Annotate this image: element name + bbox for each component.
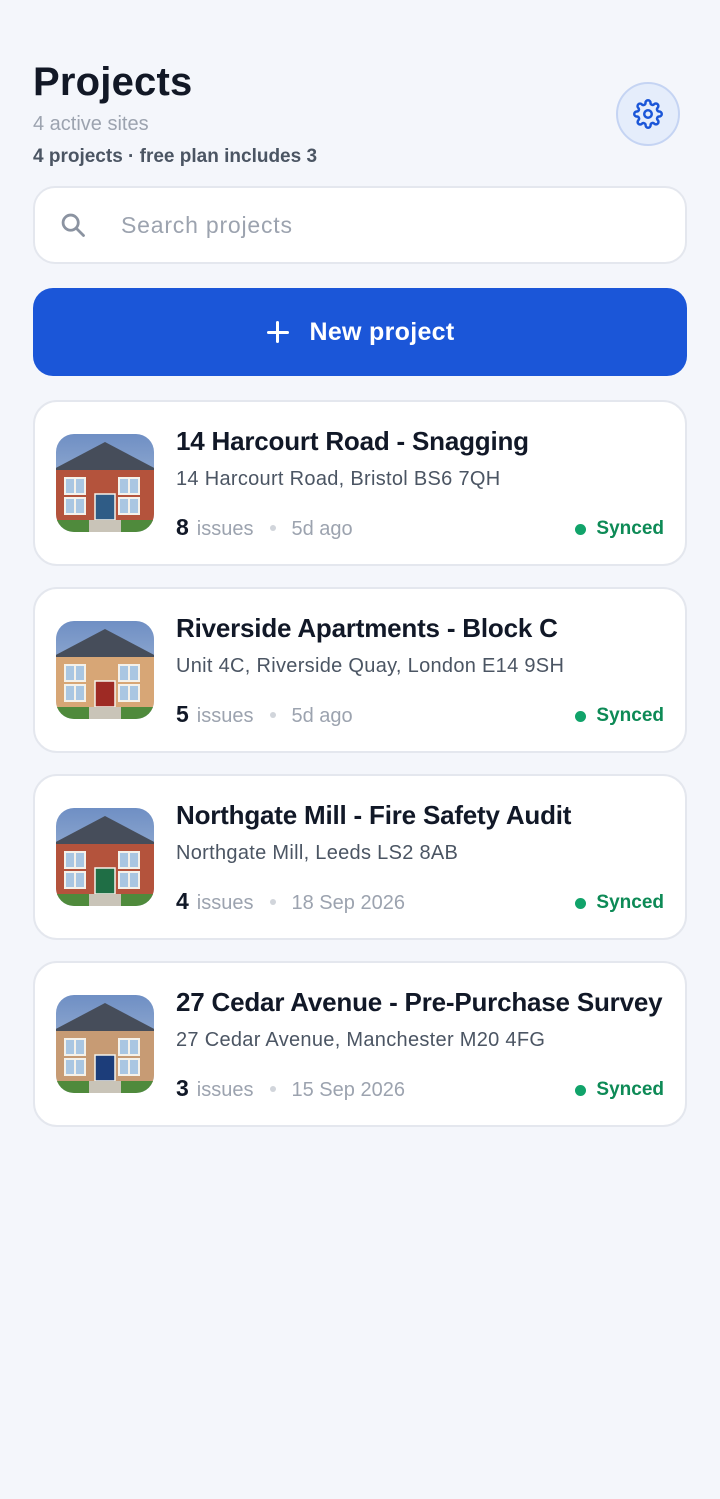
- issue-count: 5: [176, 701, 189, 727]
- updated-time: 15 Sep 2026: [291, 1079, 405, 1101]
- new-project-label: New project: [309, 317, 455, 346]
- separator-dot: [269, 524, 276, 531]
- project-meta: 3 issues 15 Sep 2026: [176, 1075, 405, 1102]
- page-title: Projects: [33, 60, 193, 104]
- project-title: 14 Harcourt Road - Snagging: [176, 426, 529, 456]
- settings-button[interactable]: [616, 82, 680, 146]
- sync-status: Synced: [575, 518, 664, 540]
- house-thumbnail: [56, 434, 154, 532]
- search-icon: [59, 210, 89, 240]
- house-icon: [56, 434, 154, 532]
- house-thumbnail: [56, 808, 154, 906]
- separator-dot: [269, 898, 276, 905]
- search-input[interactable]: [121, 211, 581, 239]
- project-address: 14 Harcourt Road, Bristol BS6 7QH: [176, 468, 501, 490]
- project-title: 27 Cedar Avenue - Pre-Purchase Survey: [176, 987, 663, 1017]
- project-meta: 5 issues 5d ago: [176, 701, 353, 728]
- issue-count: 4: [176, 888, 189, 914]
- house-icon: [56, 621, 154, 719]
- separator-dot: [269, 1085, 276, 1092]
- updated-time: 5d ago: [291, 705, 353, 727]
- project-card[interactable]: 27 Cedar Avenue - Pre-Purchase Survey 27…: [33, 961, 687, 1127]
- header: Projects 4 active sites 4 projects · fre…: [33, 0, 687, 186]
- updated-time: 18 Sep 2026: [291, 892, 405, 914]
- house-thumbnail: [56, 995, 154, 1093]
- project-card[interactable]: Northgate Mill - Fire Safety Audit North…: [33, 774, 687, 940]
- project-meta: 8 issues 5d ago: [176, 514, 353, 541]
- issue-label: issues: [196, 1079, 254, 1101]
- sync-status: Synced: [575, 705, 664, 727]
- project-title: Northgate Mill - Fire Safety Audit: [176, 800, 572, 830]
- status-dot-icon: [575, 1084, 587, 1096]
- project-address: Unit 4C, Riverside Quay, London E14 9SH: [176, 655, 565, 677]
- sync-status: Synced: [575, 1079, 664, 1101]
- status-dot-icon: [575, 523, 587, 535]
- project-list: 14 Harcourt Road - Snagging 14 Harcourt …: [33, 400, 687, 1127]
- issue-label: issues: [196, 518, 254, 540]
- search-bar[interactable]: [33, 186, 687, 264]
- issue-label: issues: [196, 892, 254, 914]
- house-thumbnail: [56, 621, 154, 719]
- status-label: Synced: [596, 705, 664, 726]
- project-address: 27 Cedar Avenue, Manchester M20 4FG: [176, 1029, 546, 1051]
- status-label: Synced: [596, 892, 664, 913]
- project-card[interactable]: Riverside Apartments - Block C Unit 4C, …: [33, 587, 687, 753]
- plan-note: 4 projects · free plan includes 3: [33, 146, 318, 167]
- issue-count: 3: [176, 1075, 189, 1101]
- updated-time: 5d ago: [291, 518, 353, 540]
- issue-count: 8: [176, 514, 189, 540]
- sync-status: Synced: [575, 892, 664, 914]
- status-label: Synced: [596, 1079, 664, 1100]
- project-address: Northgate Mill, Leeds LS2 8AB: [176, 842, 459, 864]
- project-meta: 4 issues 18 Sep 2026: [176, 888, 405, 915]
- issue-label: issues: [196, 705, 254, 727]
- house-icon: [56, 995, 154, 1093]
- plus-icon: [266, 320, 290, 344]
- subtitle: 4 active sites: [33, 113, 149, 135]
- new-project-button[interactable]: New project: [33, 288, 687, 376]
- gear-icon: [633, 99, 663, 129]
- project-card[interactable]: 14 Harcourt Road - Snagging 14 Harcourt …: [33, 400, 687, 566]
- projects-screen: Projects 4 active sites 4 projects · fre…: [0, 0, 720, 1499]
- status-label: Synced: [596, 518, 664, 539]
- house-icon: [56, 808, 154, 906]
- separator-dot: [269, 711, 276, 718]
- status-dot-icon: [575, 710, 587, 722]
- status-dot-icon: [575, 897, 587, 909]
- project-title: Riverside Apartments - Block C: [176, 613, 558, 643]
